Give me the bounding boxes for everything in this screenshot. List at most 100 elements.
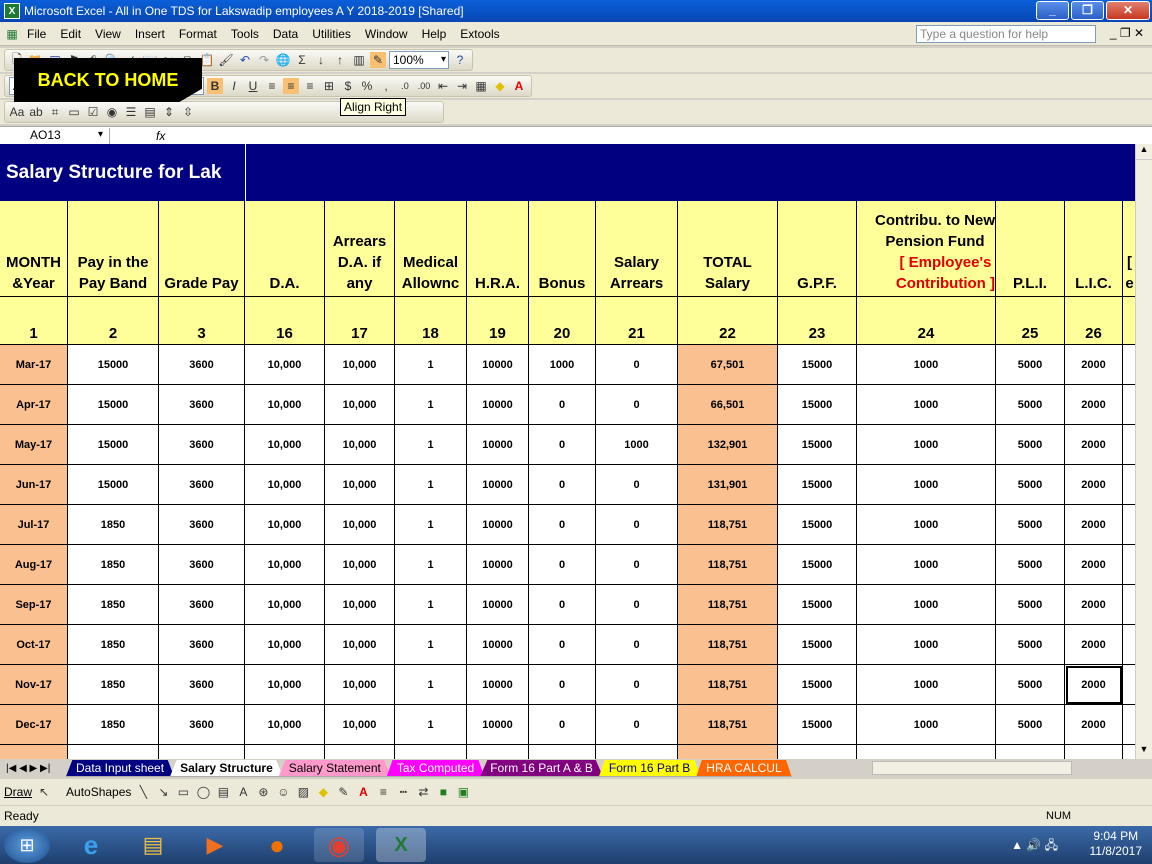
table-cell[interactable]: 1 (395, 705, 467, 745)
arrow-style-icon[interactable]: ⇄ (415, 784, 431, 800)
table-cell[interactable]: 3600 (159, 585, 245, 625)
menu-file[interactable]: File (20, 27, 53, 41)
table-cell[interactable]: Dec-17 (0, 705, 68, 745)
table-cell[interactable]: 0 (596, 585, 678, 625)
table-cell[interactable]: 0 (529, 465, 596, 505)
sheet-tab[interactable]: Tax Computed (386, 759, 485, 777)
table-cell[interactable]: 2000 (1065, 625, 1123, 665)
table-cell[interactable]: 66,501 (678, 385, 778, 425)
font-color-icon[interactable]: A (511, 78, 527, 94)
back-to-home-button[interactable]: BACK TO HOME (14, 58, 202, 102)
column-header[interactable]: Arrears D.A. if any (325, 201, 395, 297)
autoshapes-menu[interactable]: AutoShapes (66, 785, 131, 799)
spreadsheet-grid[interactable]: Salary Structure for Lak MONTH &Year Pay … (0, 144, 1135, 759)
underline-icon[interactable]: U (245, 78, 261, 94)
doc-window-controls[interactable]: _ ❐ ✕ (1110, 26, 1144, 40)
column-header[interactable]: Medical Allownc (395, 201, 467, 297)
table-cell[interactable]: Aug-17 (0, 545, 68, 585)
line-color-icon[interactable]: ✎ (335, 784, 351, 800)
zoom-select[interactable]: 100% (389, 51, 449, 69)
table-cell[interactable]: 3600 (159, 625, 245, 665)
table-cell[interactable]: 10,000 (245, 585, 325, 625)
table-cell[interactable]: 1850 (68, 585, 159, 625)
table-cell[interactable]: 15000 (778, 705, 857, 745)
table-cell[interactable] (0, 745, 68, 759)
table-cell[interactable]: 15000 (68, 345, 159, 385)
table-cell[interactable] (1123, 705, 1135, 745)
table-cell[interactable] (996, 745, 1065, 759)
format-painter-icon[interactable]: 🖌 (218, 52, 234, 68)
menu-help[interactable]: Help (415, 27, 454, 41)
table-cell[interactable]: 131,901 (678, 465, 778, 505)
table-cell[interactable]: 10,000 (245, 385, 325, 425)
table-cell[interactable]: 5000 (996, 425, 1065, 465)
table-cell[interactable]: 15000 (778, 425, 857, 465)
menu-tools[interactable]: Tools (224, 27, 266, 41)
table-cell[interactable]: 10,000 (245, 505, 325, 545)
table-cell[interactable]: 1000 (857, 425, 996, 465)
table-cell[interactable]: Oct-17 (0, 625, 68, 665)
column-number[interactable]: 24 (857, 297, 996, 345)
column-number[interactable] (1123, 297, 1135, 345)
table-cell[interactable]: 2000 (1065, 585, 1123, 625)
menu-window[interactable]: Window (358, 27, 415, 41)
sort-descending-icon[interactable]: ↑ (332, 52, 348, 68)
sheet-tab[interactable]: HRA CALCUL (696, 759, 792, 777)
undo-icon[interactable]: ↶ (237, 52, 253, 68)
chart-wizard-icon[interactable]: ▥ (351, 52, 367, 68)
table-cell[interactable]: Apr-17 (0, 385, 68, 425)
fill-color-draw-icon[interactable]: ◆ (315, 784, 331, 800)
table-cell[interactable]: Jul-17 (0, 505, 68, 545)
table-cell[interactable]: 1000 (529, 345, 596, 385)
table-cell[interactable]: Jun-17 (0, 465, 68, 505)
dash-style-icon[interactable]: ┅ (395, 784, 411, 800)
clipart-icon[interactable]: ☺ (275, 784, 291, 800)
table-cell[interactable] (1123, 545, 1135, 585)
table-cell[interactable]: 1 (395, 425, 467, 465)
diagram-icon[interactable]: ⊛ (255, 784, 271, 800)
table-cell[interactable] (159, 745, 245, 759)
menu-extools[interactable]: Extools (453, 27, 506, 41)
shadow-icon[interactable]: ■ (435, 784, 451, 800)
column-number[interactable]: 25 (996, 297, 1065, 345)
oval-icon[interactable]: ◯ (195, 784, 211, 800)
table-cell[interactable]: 1850 (68, 545, 159, 585)
table-cell[interactable] (1123, 745, 1135, 759)
sheet-tab[interactable]: Salary Structure (170, 759, 283, 777)
table-cell[interactable] (467, 745, 529, 759)
table-cell[interactable]: 2000 (1065, 545, 1123, 585)
table-cell[interactable]: 3600 (159, 425, 245, 465)
line-style-icon[interactable]: ≡ (375, 784, 391, 800)
column-header[interactable]: H.R.A. (467, 201, 529, 297)
table-cell[interactable]: 118,751 (678, 585, 778, 625)
excel-icon[interactable]: X (4, 3, 20, 19)
table-cell[interactable] (395, 745, 467, 759)
column-number[interactable]: 19 (467, 297, 529, 345)
table-cell[interactable]: 0 (596, 385, 678, 425)
align-left-icon[interactable]: ≡ (264, 78, 280, 94)
table-cell[interactable]: 118,751 (678, 505, 778, 545)
table-cell[interactable]: 10,000 (325, 465, 395, 505)
checkbox-icon[interactable]: ☑ (85, 104, 101, 120)
table-cell[interactable]: 5000 (996, 705, 1065, 745)
menu-utilities[interactable]: Utilities (305, 27, 358, 41)
table-cell[interactable]: 15000 (778, 585, 857, 625)
editbox-icon[interactable]: ab (28, 104, 44, 120)
table-cell[interactable]: 1000 (857, 625, 996, 665)
sheet-tab[interactable]: Data Input sheet (66, 759, 175, 777)
table-cell[interactable]: 10000 (467, 385, 529, 425)
minimize-button[interactable]: _ (1036, 1, 1069, 20)
table-cell[interactable] (1123, 345, 1135, 385)
table-cell[interactable]: 10,000 (325, 545, 395, 585)
table-cell[interactable]: 0 (529, 425, 596, 465)
table-cell[interactable]: 3600 (159, 665, 245, 705)
decrease-indent-icon[interactable]: ⇤ (435, 78, 451, 94)
table-cell[interactable]: 2000 (1065, 465, 1123, 505)
table-cell[interactable]: 10000 (467, 505, 529, 545)
restore-button[interactable]: ❐ (1071, 1, 1104, 20)
table-cell[interactable] (325, 745, 395, 759)
table-cell[interactable]: 1850 (68, 625, 159, 665)
clock[interactable]: 9:04 PM 11/8/2017 (1090, 829, 1143, 859)
table-cell[interactable] (778, 745, 857, 759)
table-cell[interactable]: 0 (596, 665, 678, 705)
